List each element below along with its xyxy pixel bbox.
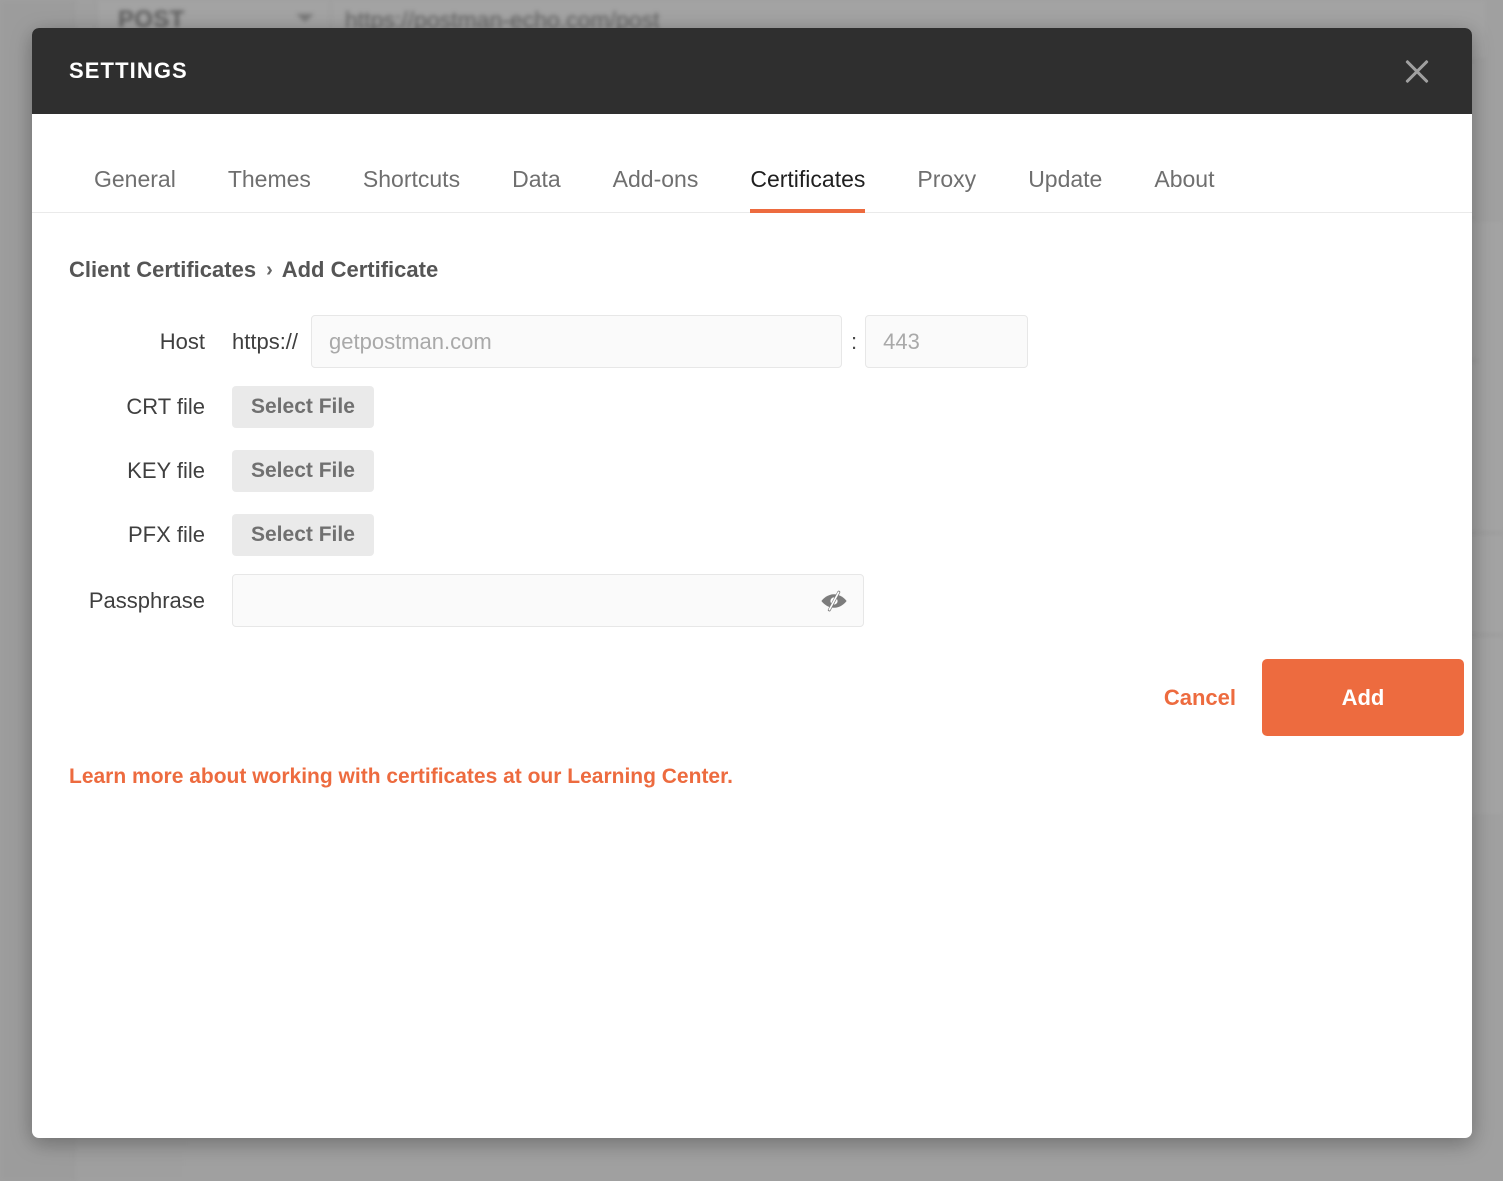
cancel-button[interactable]: Cancel <box>1158 684 1242 712</box>
host-scheme-prefix: https:// <box>232 328 299 354</box>
page-title: SETTINGS <box>69 58 188 83</box>
pfx-file-row: PFX file Select File <box>32 510 1472 560</box>
tab-add-ons[interactable]: Add-ons <box>613 166 699 213</box>
passphrase-field-wrapper <box>232 574 864 627</box>
add-button[interactable]: Add <box>1262 659 1464 736</box>
key-file-label: KEY file <box>127 458 205 483</box>
crt-file-row: CRT file Select File <box>32 382 1472 432</box>
tab-shortcuts[interactable]: Shortcuts <box>363 166 460 213</box>
tab-update[interactable]: Update <box>1028 166 1102 213</box>
host-label: Host <box>159 328 205 354</box>
tab-about[interactable]: About <box>1154 166 1214 213</box>
close-icon[interactable] <box>1396 50 1438 92</box>
breadcrumb-client-certificates[interactable]: Client Certificates <box>69 257 256 283</box>
tab-general[interactable]: General <box>94 166 176 213</box>
crt-select-file-button[interactable]: Select File <box>232 386 374 428</box>
form-actions: Cancel Add <box>32 659 1472 736</box>
pfx-select-file-button[interactable]: Select File <box>232 514 374 556</box>
pfx-file-label: PFX file <box>127 522 205 547</box>
port-input[interactable] <box>865 315 1029 368</box>
modal-header: SETTINGS <box>32 28 1472 114</box>
tab-certificates[interactable]: Certificates <box>750 166 866 213</box>
breadcrumb: Client Certificates › Add Certificate <box>69 257 1472 283</box>
key-file-row: KEY file Select File <box>32 446 1472 496</box>
passphrase-input[interactable] <box>232 574 864 627</box>
passphrase-label: Passphrase <box>88 587 205 613</box>
crt-file-label: CRT file <box>126 394 205 419</box>
host-row: Host https:// : <box>32 315 1472 368</box>
tab-proxy[interactable]: Proxy <box>917 166 976 213</box>
passphrase-row: Passphrase <box>32 574 1472 627</box>
certificates-panel: Client Certificates › Add Certificate Ho… <box>32 213 1472 1138</box>
key-select-file-button[interactable]: Select File <box>232 450 374 492</box>
host-input[interactable] <box>311 315 843 368</box>
settings-tabs: General Themes Shortcuts Data Add-ons Ce… <box>32 114 1472 213</box>
breadcrumb-separator-icon: › <box>266 258 273 281</box>
eye-off-icon[interactable] <box>818 588 850 614</box>
learning-center-link[interactable]: Learn more about working with certificat… <box>69 765 733 789</box>
tab-data[interactable]: Data <box>512 166 561 213</box>
settings-modal: SETTINGS General Themes Shortcuts Data A… <box>32 28 1472 1138</box>
breadcrumb-add-certificate: Add Certificate <box>281 257 439 282</box>
add-certificate-form: Host https:// : CRT file Select File KEY… <box>32 315 1472 627</box>
tab-themes[interactable]: Themes <box>228 166 311 213</box>
host-port-separator: : <box>851 328 858 354</box>
